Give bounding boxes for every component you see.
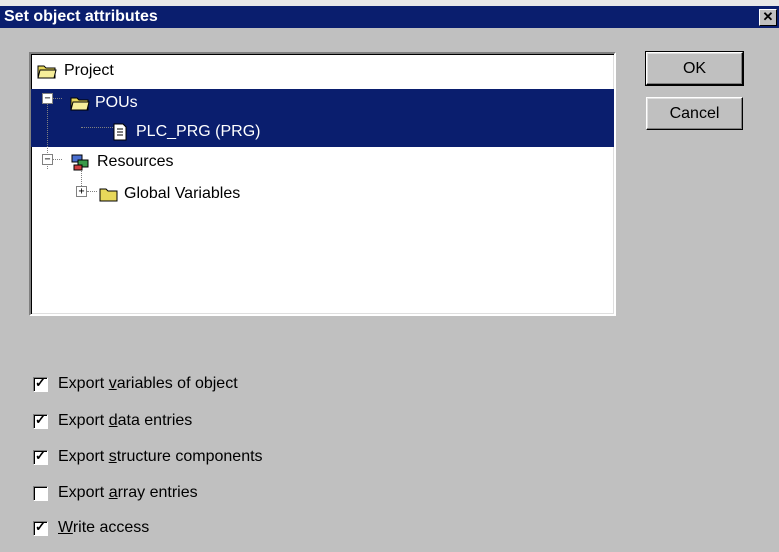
close-button[interactable]: ✕: [759, 9, 777, 26]
checkbox-write-access[interactable]: [33, 519, 48, 536]
tree-line: [52, 98, 62, 99]
cancel-button[interactable]: Cancel: [646, 97, 743, 130]
ok-button[interactable]: OK: [645, 51, 744, 86]
tree-node-label: Project: [64, 62, 114, 79]
title-bar[interactable]: Set object attributes ✕: [0, 6, 779, 28]
option-label: Export structure components: [58, 448, 263, 465]
collapse-toggle-resources[interactable]: −: [42, 154, 53, 165]
tree-node-global-variables[interactable]: Global Variables: [99, 180, 243, 208]
checkbox-export-structure-components[interactable]: [33, 448, 48, 465]
option-label: Export data entries: [58, 412, 193, 429]
option-write-access[interactable]: Write access: [33, 517, 149, 539]
folder-open-icon: [37, 65, 57, 79]
dialog-title: Set object attributes: [4, 8, 158, 25]
option-export-variables[interactable]: Export variables of object: [33, 373, 238, 395]
tree-node-label: Resources: [97, 153, 174, 170]
object-tree[interactable]: − − + Project POUs PLC_PRG (PRG) Resourc…: [29, 52, 616, 316]
option-label: Export variables of object: [58, 375, 238, 392]
option-export-data-entries[interactable]: Export data entries: [33, 410, 192, 432]
dialog-window: Set object attributes ✕ − − + Project PO…: [0, 0, 779, 552]
option-label: Write access: [58, 519, 150, 536]
tree-node-project[interactable]: Project: [37, 57, 117, 85]
option-label: Export array entries: [58, 484, 198, 501]
checkbox-export-array-entries[interactable]: [33, 485, 48, 501]
tree-node-plc-prg[interactable]: PLC_PRG (PRG): [113, 118, 263, 146]
pou-document-icon: [113, 123, 127, 141]
checkbox-export-data-entries[interactable]: [33, 412, 48, 429]
tree-line: [87, 191, 97, 192]
option-export-structure-components[interactable]: Export structure components: [33, 446, 263, 468]
tree-node-label: Global Variables: [124, 185, 241, 202]
tree-line: [81, 127, 113, 128]
collapse-toggle-pous[interactable]: −: [42, 93, 53, 104]
tree-node-label: PLC_PRG (PRG): [136, 123, 261, 140]
tree-node-label: POUs: [95, 94, 138, 111]
folder-open-icon: [70, 97, 90, 111]
close-icon: ✕: [762, 9, 774, 24]
tree-node-resources[interactable]: Resources: [70, 148, 176, 176]
folder-closed-icon: [99, 188, 118, 202]
resources-icon: [71, 154, 89, 171]
tree-node-pous[interactable]: POUs: [70, 89, 141, 117]
checkbox-export-variables[interactable]: [33, 375, 48, 392]
tree-line: [52, 159, 62, 160]
expand-toggle-global-variables[interactable]: +: [76, 186, 87, 197]
option-export-array-entries[interactable]: Export array entries: [33, 482, 198, 504]
